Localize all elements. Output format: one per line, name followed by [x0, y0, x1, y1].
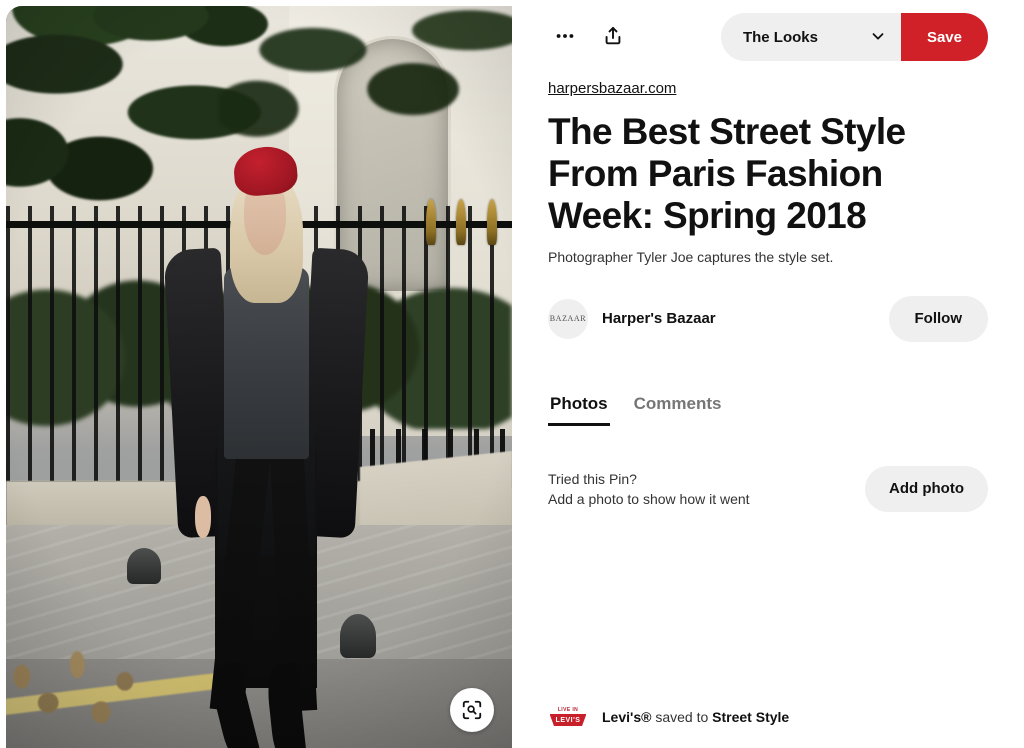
- share-upload-icon: [602, 25, 624, 50]
- share-button[interactable]: [596, 20, 630, 54]
- tab-photos[interactable]: Photos: [548, 394, 610, 426]
- tried-this-pin-subtext: Add a photo to show how it went: [548, 490, 750, 507]
- more-options-button[interactable]: [548, 20, 582, 54]
- add-photo-button[interactable]: Add photo: [865, 465, 988, 512]
- pin-detail-pane: The Looks Save harpersbazaar.com The Bes…: [512, 0, 1024, 748]
- saved-by-action: saved to: [651, 709, 713, 725]
- tried-this-pin-heading: Tried this Pin?: [548, 470, 637, 487]
- visual-search-icon: [461, 699, 483, 721]
- creator-name[interactable]: Harper's Bazaar: [602, 310, 716, 327]
- photo-vignette: [6, 6, 512, 748]
- pin-closeup-view: The Looks Save harpersbazaar.com The Bes…: [0, 0, 1024, 748]
- pin-image[interactable]: [6, 6, 512, 748]
- tried-this-pin-text: Tried this Pin? Add a photo to show how …: [548, 469, 750, 510]
- ellipsis-icon: [554, 25, 576, 50]
- avatar[interactable]: BAZAAR: [548, 298, 588, 339]
- levis-logo-icon[interactable]: LIVE IN LEVI'S: [548, 703, 588, 731]
- save-group: The Looks Save: [720, 13, 988, 61]
- levis-logo-tab-text: LEVI'S: [549, 714, 587, 726]
- visual-search-button[interactable]: [450, 688, 494, 732]
- source-domain-link[interactable]: harpersbazaar.com: [548, 80, 676, 97]
- creator-row: BAZAAR Harper's Bazaar Follow: [548, 295, 988, 342]
- saved-by-bar: LIVE IN LEVI'S Levi's® saved to Street S…: [548, 686, 988, 748]
- follow-button[interactable]: Follow: [888, 295, 988, 342]
- saved-by-board[interactable]: Street Style: [712, 709, 789, 725]
- board-selector-label: The Looks: [742, 28, 818, 46]
- tab-comments[interactable]: Comments: [632, 394, 724, 426]
- pin-tab-bar: Photos Comments: [548, 394, 988, 426]
- pin-image-pane: [0, 0, 512, 748]
- saved-by-brand[interactable]: Levi's®: [602, 709, 651, 725]
- levis-logo-top-text: LIVE IN: [557, 707, 579, 713]
- board-selector[interactable]: The Looks: [720, 13, 901, 61]
- save-button[interactable]: Save: [900, 13, 988, 61]
- saved-by-text: Levi's® saved to Street Style: [602, 709, 789, 725]
- pin-title: The Best Street Style From Paris Fashion…: [548, 111, 906, 236]
- avatar-label: BAZAAR: [549, 314, 587, 324]
- chevron-down-icon: [869, 27, 887, 48]
- pin-description: Photographer Tyler Joe captures the styl…: [548, 249, 834, 266]
- tried-this-pin-row: Tried this Pin? Add a photo to show how …: [548, 465, 988, 512]
- pin-action-bar: The Looks Save: [548, 0, 988, 74]
